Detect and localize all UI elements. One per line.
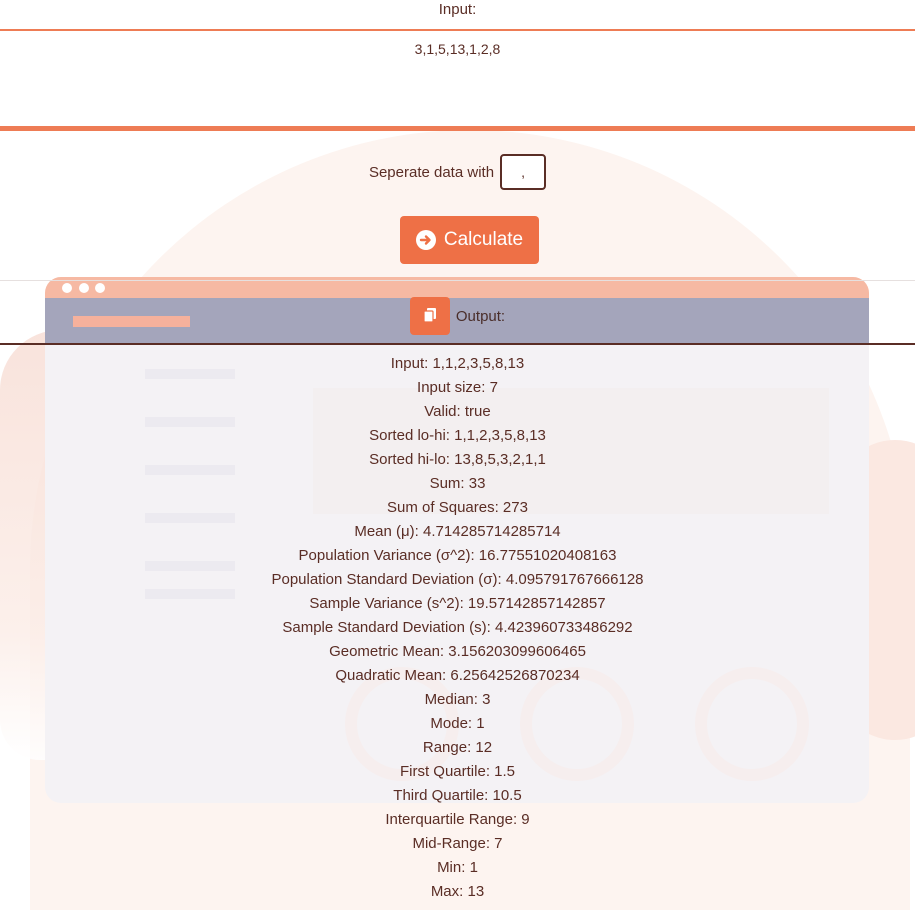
result-quadratic-mean: Quadratic Mean: 6.25642526870234 <box>335 667 580 684</box>
calculate-label: Calculate <box>443 229 524 250</box>
input-bottom-divider <box>0 126 915 131</box>
output-bottom-divider <box>0 343 915 345</box>
result-mean: Mean (μ): 4.714285714285714 <box>354 523 561 540</box>
input-label: Input: <box>438 1 477 18</box>
result-sample-std-dev: Sample Standard Deviation (s): 4.4239607… <box>282 619 633 636</box>
separator-row: Seperate data with <box>0 152 915 192</box>
result-median: Median: 3 <box>424 691 491 708</box>
result-geometric-mean: Geometric Mean: 3.156203099606465 <box>329 643 586 660</box>
separator-input[interactable] <box>500 154 547 190</box>
result-min: Min: 1 <box>437 859 478 876</box>
result-range: Range: 12 <box>422 739 493 756</box>
result-sum-of-squares: Sum of Squares: 273 <box>387 499 528 516</box>
arrow-right-circle-icon <box>415 230 436 250</box>
result-input: Input: 1,1,2,3,5,8,13 <box>390 355 525 372</box>
input-textarea[interactable]: 3,1,5,13,1,2,8 <box>0 31 915 126</box>
result-first-quartile: First Quartile: 1.5 <box>399 763 516 780</box>
result-max: Max: 13 <box>430 883 485 900</box>
output-label: Output: <box>455 307 506 325</box>
input-value: 3,1,5,13,1,2,8 <box>414 41 501 57</box>
separator-label: Seperate data with <box>368 163 495 181</box>
result-population-std-dev: Population Standard Deviation (σ): 4.095… <box>271 571 644 588</box>
results-list: Input: 1,1,2,3,5,8,13 Input size: 7 Vali… <box>0 352 915 904</box>
result-sum: Sum: 33 <box>429 475 486 492</box>
output-header: Output: <box>0 297 915 335</box>
output-top-divider <box>0 280 915 281</box>
copy-output-button[interactable] <box>409 297 450 335</box>
result-population-variance: Population Variance (σ^2): 16.7755102040… <box>298 547 617 564</box>
copy-icon <box>423 308 436 323</box>
result-interquartile-range: Interquartile Range: 9 <box>385 811 530 828</box>
result-mid-range: Mid-Range: 7 <box>412 835 503 852</box>
result-mode: Mode: 1 <box>430 715 485 732</box>
calculate-button[interactable]: Calculate <box>400 216 539 264</box>
result-sorted-hi-lo: Sorted hi-lo: 13,8,5,3,2,1,1 <box>369 451 546 468</box>
result-input-size: Input size: 7 <box>417 379 498 396</box>
result-sample-variance: Sample Variance (s^2): 19.57142857142857 <box>309 595 606 612</box>
result-sorted-lo-hi: Sorted lo-hi: 1,1,2,3,5,8,13 <box>369 427 546 444</box>
result-valid: Valid: true <box>424 403 491 420</box>
result-third-quartile: Third Quartile: 10.5 <box>393 787 522 804</box>
